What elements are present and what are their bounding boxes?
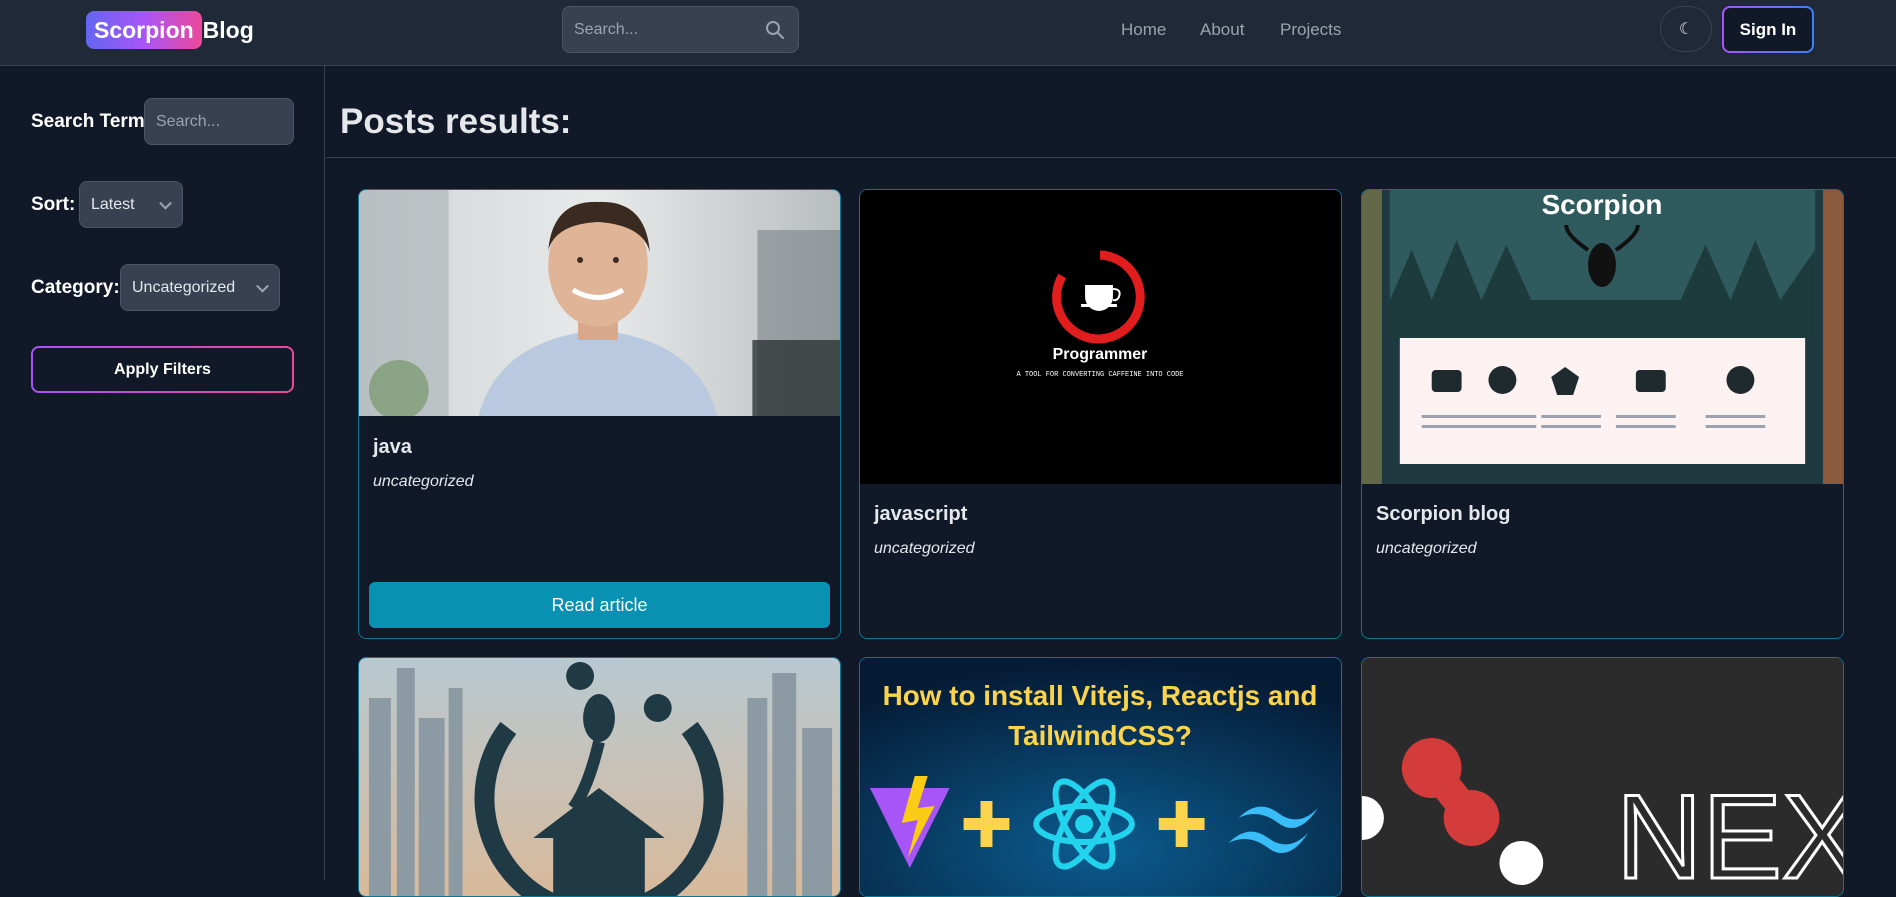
post-card[interactable] bbox=[358, 657, 841, 897]
thumb-vite-line1: How to install Vitejs, Reactjs and bbox=[883, 680, 1318, 711]
portrait-image bbox=[359, 190, 840, 416]
post-thumbnail[interactable] bbox=[359, 190, 840, 416]
theme-toggle-button[interactable]: ☾ bbox=[1660, 6, 1712, 52]
post-thumbnail[interactable]: Programmer A TOOL FOR CONVERTING CAFFEIN… bbox=[860, 190, 1341, 484]
post-thumbnail[interactable] bbox=[359, 658, 840, 896]
category-value: Uncategorized bbox=[132, 278, 236, 296]
apply-filters-button[interactable]: Apply Filters bbox=[31, 346, 294, 393]
category-select[interactable]: Uncategorized bbox=[120, 264, 280, 311]
nav-about[interactable]: About bbox=[1200, 20, 1244, 40]
top-navbar: Scorpion Blog Home About Projects ☾ Sign… bbox=[0, 0, 1896, 66]
post-card[interactable]: NEXT bbox=[1361, 657, 1844, 897]
nextjs-logo-image: NEXT bbox=[1362, 658, 1843, 897]
nav-projects[interactable]: Projects bbox=[1280, 20, 1341, 40]
search-term-label: Search Term: bbox=[31, 111, 152, 132]
thumb-vite-line2: TailwindCSS? bbox=[1008, 720, 1192, 751]
page-title: Posts results: bbox=[340, 102, 572, 141]
thumb-programmer-tagline: A TOOL FOR CONVERTING CAFFEINE INTO CODE bbox=[1017, 371, 1184, 379]
post-category: uncategorized bbox=[1376, 540, 1477, 557]
scorpion-site-mockup-image: Scorpion bbox=[1362, 190, 1843, 484]
post-thumbnail[interactable]: Scorpion bbox=[1362, 190, 1843, 484]
nav-home[interactable]: Home bbox=[1121, 20, 1166, 40]
sort-label: Sort: bbox=[31, 194, 76, 215]
post-thumbnail[interactable]: NEXT bbox=[1362, 658, 1843, 897]
scorpion-house-logo-image bbox=[359, 658, 840, 896]
post-card[interactable]: How to install Vitejs, Reactjs and Tailw… bbox=[859, 657, 1342, 897]
programmer-image: Programmer A TOOL FOR CONVERTING CAFFEIN… bbox=[860, 190, 1341, 484]
post-category: uncategorized bbox=[373, 473, 474, 490]
divider bbox=[326, 157, 1896, 158]
apply-filters-label: Apply Filters bbox=[33, 348, 292, 391]
header-search-input[interactable] bbox=[563, 7, 798, 52]
search-term-input[interactable]: Search... bbox=[144, 98, 294, 145]
logo-text: Blog bbox=[202, 16, 254, 43]
post-title[interactable]: java bbox=[373, 436, 412, 459]
logo-highlight: Scorpion bbox=[86, 11, 202, 49]
post-category: uncategorized bbox=[874, 540, 975, 557]
post-title[interactable]: javascript bbox=[874, 503, 967, 526]
search-icon[interactable] bbox=[765, 20, 785, 40]
post-card-scorpion-blog[interactable]: Scorpion Scorpion blog uncategorized bbox=[1361, 189, 1844, 639]
sort-value: Latest bbox=[91, 195, 135, 213]
thumb-next-logo: NEXT bbox=[1616, 771, 1843, 897]
post-thumbnail[interactable]: How to install Vitejs, Reactjs and Tailw… bbox=[860, 658, 1341, 896]
category-label: Category: bbox=[31, 277, 120, 298]
post-card-java[interactable]: java uncategorized Read article bbox=[358, 189, 841, 639]
site-logo[interactable]: Scorpion Blog bbox=[86, 11, 254, 49]
read-article-button[interactable]: Read article bbox=[369, 582, 830, 628]
vite-react-tailwind-banner: How to install Vitejs, Reactjs and Tailw… bbox=[860, 658, 1341, 896]
post-title[interactable]: Scorpion blog bbox=[1376, 503, 1510, 526]
moon-icon: ☾ bbox=[1678, 21, 1694, 38]
filter-sidebar: Search Term: Search... Sort: Latest Cate… bbox=[0, 66, 325, 880]
sort-select[interactable]: Latest bbox=[79, 181, 183, 228]
chevron-down-icon bbox=[256, 279, 269, 293]
sign-in-button[interactable]: Sign In bbox=[1722, 6, 1814, 53]
sign-in-label: Sign In bbox=[1724, 8, 1812, 51]
post-card-javascript[interactable]: Programmer A TOOL FOR CONVERTING CAFFEIN… bbox=[859, 189, 1342, 639]
thumb-scorpion-title: Scorpion bbox=[1542, 190, 1663, 220]
thumb-programmer-title: Programmer bbox=[1053, 346, 1148, 363]
header-search bbox=[562, 6, 799, 53]
chevron-down-icon bbox=[159, 196, 172, 210]
